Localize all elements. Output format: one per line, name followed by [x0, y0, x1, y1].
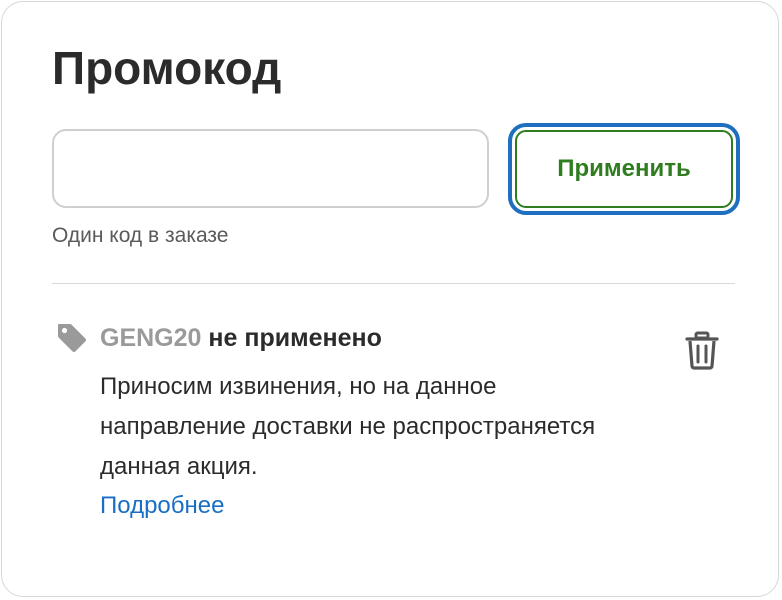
apply-button[interactable]: Применить	[508, 123, 740, 215]
promo-card: Промокод Применить Один код в заказе GEN…	[1, 1, 779, 597]
promo-title: Промокод	[52, 42, 282, 94]
trash-icon[interactable]	[684, 330, 720, 370]
promo-hint: Один код в заказе	[52, 224, 229, 247]
error-message: Приносим извинения, но на данное направл…	[100, 373, 596, 480]
promo-code-value: GENG20	[100, 324, 202, 352]
tag-icon	[58, 324, 86, 352]
divider	[52, 283, 735, 284]
promo-status-line: GENG20 не применено	[100, 322, 382, 354]
more-info-link[interactable]: Подробнее	[100, 489, 224, 523]
promo-status: не применено	[208, 324, 382, 352]
promo-code-input[interactable]	[52, 129, 489, 208]
apply-button-label: Применить	[515, 130, 733, 208]
